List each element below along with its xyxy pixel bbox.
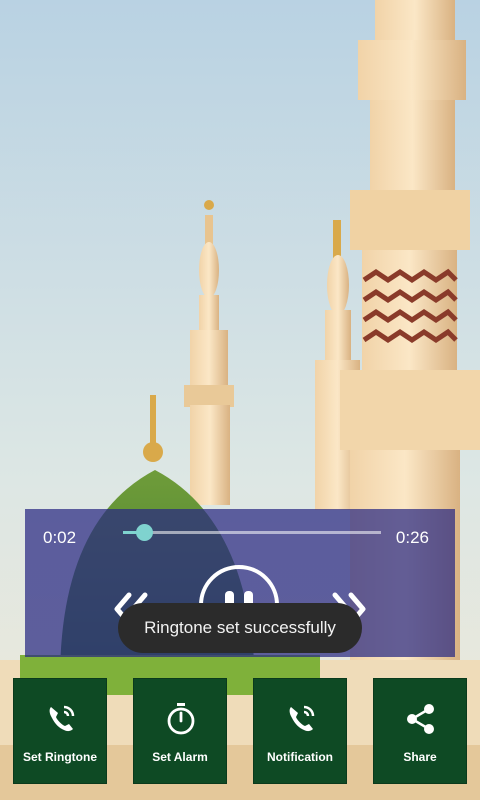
set-ringtone-button[interactable]: Set Ringtone (13, 678, 107, 784)
set-alarm-button[interactable]: Set Alarm (133, 678, 227, 784)
share-label: Share (403, 750, 437, 764)
share-icon (407, 704, 434, 734)
phone-ring-icon (289, 705, 315, 732)
stopwatch-icon (167, 703, 195, 735)
elapsed-time: 0:02 (43, 528, 77, 547)
phone-ring-icon (49, 705, 75, 732)
seek-bar-thumb[interactable] (136, 524, 153, 541)
notification-button[interactable]: Notification (253, 678, 347, 784)
set-alarm-label: Set Alarm (152, 750, 208, 764)
toast-message: Ringtone set successfully (118, 603, 362, 653)
set-ringtone-label: Set Ringtone (23, 750, 97, 764)
total-time: 0:26 (395, 528, 429, 547)
share-button[interactable]: Share (373, 678, 467, 784)
seek-bar[interactable] (123, 524, 381, 541)
notification-label: Notification (267, 750, 333, 764)
